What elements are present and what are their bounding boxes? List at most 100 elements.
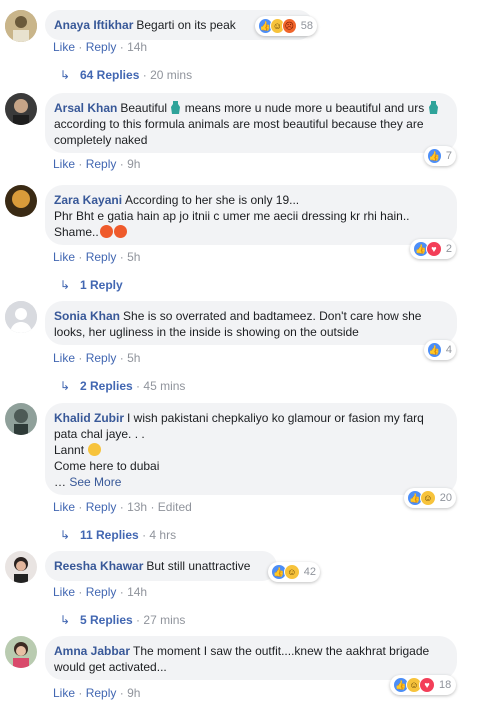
comment-bubble: Amna Jabbar The moment I saw the outfit..… [45,636,457,680]
comment-text-line2: Phr Bht e gatia hain ap jo itnii c umer … [54,209,410,223]
dress-emoji-icon [428,101,438,114]
replies-count[interactable]: 5 Replies [80,613,133,627]
replies-count[interactable]: 11 Replies [80,528,139,542]
like-link[interactable]: Like [53,500,75,514]
dress-emoji-icon [171,101,181,114]
comment-time[interactable]: 14h [127,585,147,599]
avatar-photo [5,10,37,42]
love-reaction-icon: ♥ [425,241,442,257]
reaction-count: 42 [303,566,316,578]
angry-reaction-icon: ☹ [281,18,297,34]
reply-link[interactable]: Reply [86,351,117,365]
view-replies[interactable]: ↳ 5 Replies · 27 mins [60,613,185,627]
reply-link[interactable]: Reply [86,40,117,54]
separator: · [119,250,124,264]
comment-author[interactable]: Amna Jabbar [54,644,130,658]
separator: · [119,500,124,514]
comment-bubble: Arsal Khan Beautiful means more u nude mo… [45,93,457,153]
avatar[interactable] [5,551,37,583]
avatar-photo [5,636,37,668]
angry-emoji-icon [113,225,127,238]
see-more-link[interactable]: See More [69,475,121,489]
love-reaction-icon: ♥ [419,677,435,693]
separator: · [119,40,124,54]
like-link[interactable]: Like [53,585,75,599]
reply-link[interactable]: Reply [86,250,117,264]
avatar[interactable] [5,185,37,217]
avatar[interactable] [5,93,37,125]
like-link[interactable]: Like [53,40,75,54]
view-replies[interactable]: ↳ 1 Reply [60,278,123,292]
reply-link[interactable]: Reply [86,157,117,171]
avatar-photo [5,403,37,435]
view-replies[interactable]: ↳ 11 Replies · 4 hrs [60,528,176,542]
avatar[interactable] [5,301,37,333]
reactions-badge[interactable]: 👍 ☺ ☹ 58 [255,16,317,36]
avatar[interactable] [5,403,37,435]
reaction-count: 20 [439,492,452,504]
haha-reaction-icon: ☺ [419,490,436,506]
avatar-photo [5,551,37,583]
view-replies[interactable]: ↳ 64 Replies · 20 mins [60,68,192,82]
comment-actions: Like · Reply · 9h [53,686,140,700]
replies-time: 27 mins [143,613,186,627]
reply-link[interactable]: Reply [86,500,117,514]
reactions-badge[interactable]: 👍 4 [424,340,456,360]
comment-time[interactable]: 13h [127,500,147,514]
reactions-badge[interactable]: 👍 ☺ 42 [268,562,320,582]
comment-time[interactable]: 9h [127,157,140,171]
reply-arrow-icon: ↳ [60,379,71,393]
disappointed-emoji-icon [88,443,102,456]
reactions-badge[interactable]: 👍 7 [424,146,456,166]
comment-actions: Like · Reply · 5h [53,250,140,264]
comment-author[interactable]: Reesha Khawar [54,559,143,573]
comment-actions: Like · Reply · 14h [53,40,147,54]
reactions-badge[interactable]: 👍 ☺ ♥ 18 [390,675,456,695]
comment-bubble: Sonia Khan She is so overrated and badtam… [45,301,457,345]
comment-text: According to her she is only 19... [125,193,300,207]
avatar[interactable] [5,10,37,42]
edited-label[interactable]: Edited [158,500,192,514]
comment-author[interactable]: Anaya Iftikhar [54,18,133,32]
reply-link[interactable]: Reply [86,686,117,700]
view-replies[interactable]: ↳ 2 Replies · 45 mins [60,379,185,393]
comment-author[interactable]: Sonia Khan [54,309,120,323]
like-reaction-icon: 👍 [427,342,442,358]
separator: · [150,500,155,514]
comment-author[interactable]: Khalid Zubir [54,411,124,425]
comment-time[interactable]: 9h [127,686,140,700]
separator: · [78,157,83,171]
comment-time[interactable]: 5h [127,351,140,365]
comment-text-line3: Shame.. [54,225,99,239]
comment-bubble: Khalid Zubir I wish pakistani chepkaliyo … [45,403,457,495]
reaction-count: 18 [439,679,452,691]
separator: · [119,585,124,599]
comment-author[interactable]: Arsal Khan [54,101,117,115]
replies-count[interactable]: 2 Replies [80,379,133,393]
reply-arrow-icon: ↳ [60,613,71,627]
comment-bubble: Zara Kayani According to her she is only … [45,185,457,245]
reply-arrow-icon: ↳ [60,278,71,292]
reaction-count: 7 [445,150,452,162]
like-link[interactable]: Like [53,351,75,365]
reactions-badge[interactable]: 👍 ☺ 20 [404,488,456,508]
comment-time[interactable]: 5h [127,250,140,264]
reactions-badge[interactable]: 👍 ♥ 2 [410,239,456,259]
comment-text-line2: Lannt [54,443,85,457]
comment-actions: Like · Reply · 13h · Edited [53,500,192,514]
replies-count[interactable]: 64 Replies [80,68,139,82]
like-link[interactable]: Like [53,686,75,700]
comment-actions: Like · Reply · 9h [53,157,140,171]
ellipsis: … [54,475,66,489]
comment-author[interactable]: Zara Kayani [54,193,122,207]
comment-time[interactable]: 14h [127,40,147,54]
like-link[interactable]: Like [53,157,75,171]
comment-actions: Like · Reply · 14h [53,585,147,599]
avatar[interactable] [5,636,37,668]
like-link[interactable]: Like [53,250,75,264]
replies-count[interactable]: 1 Reply [80,278,123,292]
angry-emoji-icon [99,225,113,238]
reply-link[interactable]: Reply [86,585,117,599]
comment-actions: Like · Reply · 5h [53,351,140,365]
separator: · [142,528,147,542]
